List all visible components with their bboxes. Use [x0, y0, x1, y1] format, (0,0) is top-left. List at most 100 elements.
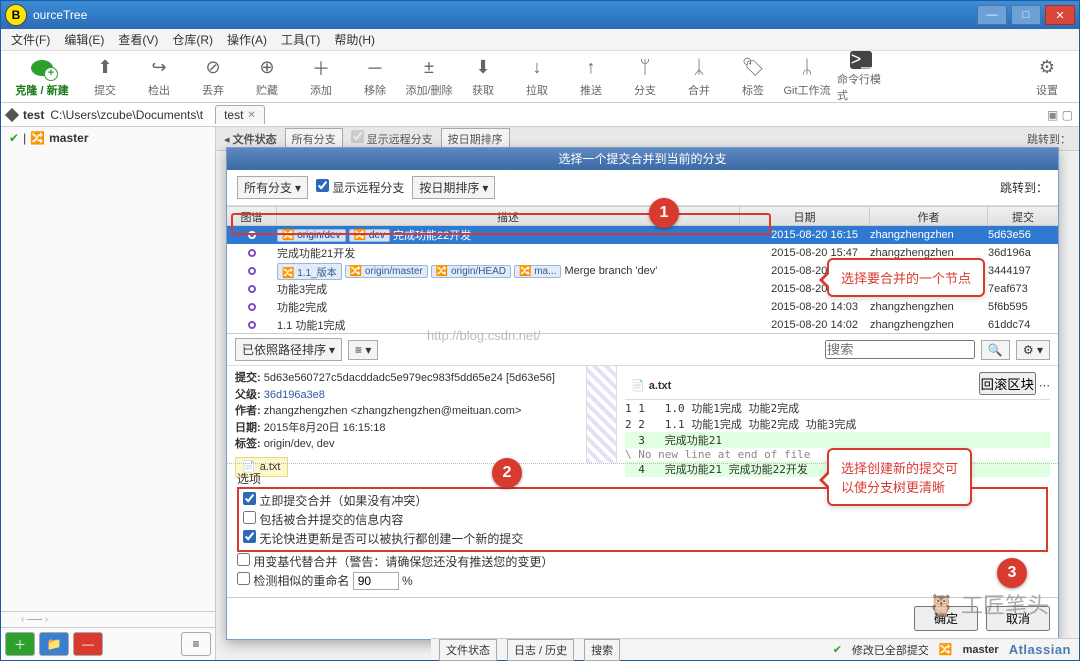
tag-button[interactable]: 🏷标签: [729, 56, 777, 98]
menu-lib[interactable]: 仓库(R): [172, 31, 213, 48]
merge-button[interactable]: ᛣ合并: [675, 56, 723, 98]
rollback-hunk-button[interactable]: 回滚区块: [979, 372, 1036, 395]
cancel-button[interactable]: 取消: [986, 606, 1050, 631]
titlebar: B ourceTree — □ ✕: [1, 1, 1079, 29]
repo-icon: [5, 107, 19, 121]
discard-icon: ⊘: [201, 56, 225, 80]
menu-help[interactable]: 帮助(H): [334, 31, 375, 48]
jump-label: 跳转到：: [1000, 179, 1048, 196]
fetch-icon: ⬇: [471, 56, 495, 80]
opt-rename-detect[interactable]: [237, 572, 250, 585]
checkout-button[interactable]: ↪检出: [135, 56, 183, 98]
merge-dialog: 选择一个提交合并到当前的分支 所有分支 ▾ 显示远程分支 按日期排序 ▾ 跳转到…: [226, 147, 1059, 640]
close-button[interactable]: ✕: [1045, 5, 1075, 25]
date-order[interactable]: 按日期排序 ▾: [412, 176, 495, 199]
status-filestate[interactable]: 文件状态: [439, 639, 497, 661]
branch-filter[interactable]: 所有分支 ▾: [237, 176, 308, 199]
merge-icon: ᛣ: [687, 56, 711, 80]
status-branch: master: [963, 644, 999, 656]
opt-rebase[interactable]: [237, 553, 250, 566]
annotation-3: 3: [997, 558, 1027, 588]
remove-icon: －: [363, 56, 387, 80]
atlassian-logo: Atlassian: [1009, 642, 1071, 657]
branch-icon: 🔀: [30, 131, 45, 145]
check-icon: ✔: [9, 131, 19, 145]
more-icon[interactable]: ⋯: [1039, 380, 1050, 392]
pull-icon: ↓: [525, 56, 549, 80]
gitflow-icon: ᛦ: [795, 56, 819, 80]
discard-button[interactable]: ⊘丢弃: [189, 56, 237, 98]
file-icon: 📄: [631, 379, 645, 392]
confirm-button[interactable]: 确定: [914, 606, 978, 631]
opt-include-msg[interactable]: [243, 511, 256, 524]
commit-button[interactable]: ⬆提交: [81, 56, 129, 98]
annotation-2: 2: [492, 458, 522, 488]
fetch-button[interactable]: ⬇获取: [459, 56, 507, 98]
opt-commit-now[interactable]: [243, 492, 256, 505]
gear-dropdown[interactable]: ⚙ ▾: [1016, 340, 1050, 360]
sidebar-branch-master[interactable]: ✔ | 🔀 master: [1, 127, 215, 149]
status-message: 修改已全部提交: [852, 642, 929, 658]
rename-pct-input[interactable]: [353, 572, 399, 590]
status-log[interactable]: 日志 / 历史: [507, 639, 574, 661]
menu-edit[interactable]: 编辑(E): [64, 31, 104, 48]
callout-1: 选择要合并的一个节点: [827, 258, 985, 297]
push-icon: ↑: [579, 56, 603, 80]
stash-icon: ⊕: [255, 56, 279, 80]
commit-row[interactable]: 1.1 功能1完成2015-08-20 14:02zhangzhengzhen6…: [227, 316, 1058, 334]
annotation-1: 1: [649, 198, 679, 228]
toolbar: 克隆 / 新建 ⬆提交 ↪检出 ⊘丢弃 ⊕贮藏 ＋添加 －移除 ±添加/删除 ⬇…: [1, 51, 1079, 103]
commit-header: 图谱 描述 日期 作者 提交: [227, 206, 1058, 226]
statusbar: 文件状态 日志 / 历史 搜索 ✔ 修改已全部提交 🔀 master Atlas…: [431, 638, 1079, 660]
maximize-button[interactable]: □: [1011, 5, 1041, 25]
clone-button[interactable]: 克隆 / 新建: [9, 56, 75, 98]
add-button[interactable]: ＋添加: [297, 56, 345, 98]
tab-test[interactable]: test✕: [215, 105, 265, 124]
push-button[interactable]: ↑推送: [567, 56, 615, 98]
gitflow-button[interactable]: ᛦGit工作流: [783, 56, 831, 98]
commit-row[interactable]: 功能2完成2015-08-20 14:03zhangzhengzhen5f6b5…: [227, 298, 1058, 316]
remove-button[interactable]: －移除: [351, 56, 399, 98]
tab-close-icon[interactable]: ✕: [247, 110, 255, 121]
open-repo-button[interactable]: 📁: [39, 632, 69, 656]
commit-detail: 提交: 5d63e560727c5dacddadc5e979ec983f5dd6…: [227, 366, 587, 463]
search-input[interactable]: [825, 340, 975, 359]
commit-row[interactable]: 🔀 origin/dev🔀 dev完成功能22开发2015-08-20 16:1…: [227, 226, 1058, 244]
menubar: 文件(F) 编辑(E) 查看(V) 仓库(R) 操作(A) 工具(T) 帮助(H…: [1, 29, 1079, 51]
search-go[interactable]: 🔍: [981, 340, 1010, 360]
stash-button[interactable]: ⊕贮藏: [243, 56, 291, 98]
watermark-url: http://blog.csdn.net/: [427, 328, 540, 343]
commit-icon: ⬆: [93, 56, 117, 80]
callout-2: 选择创建新的提交可以使分支树更清晰: [827, 448, 972, 506]
view-mode[interactable]: ≡ ▾: [348, 340, 378, 360]
dialog-title: 选择一个提交合并到当前的分支: [227, 148, 1058, 170]
repo-path: C:\Users\zcube\Documents\t: [50, 108, 203, 122]
parent-link[interactable]: 36d196a3e8: [264, 389, 325, 401]
pull-button[interactable]: ↓拉取: [513, 56, 561, 98]
menu-view[interactable]: 查看(V): [118, 31, 158, 48]
window-title: ourceTree: [33, 8, 977, 22]
check-icon: ✔: [833, 643, 842, 656]
delete-repo-button[interactable]: —: [73, 632, 103, 656]
menu-file[interactable]: 文件(F): [11, 31, 50, 48]
opt-force-new-commit[interactable]: [243, 530, 256, 543]
minimize-button[interactable]: —: [977, 5, 1007, 25]
sidebar: ✔ | 🔀 master ‹ ⎯⎯⎯ › ＋ 📁 — ≡: [1, 127, 216, 660]
add-repo-button[interactable]: ＋: [5, 632, 35, 656]
pathbar: test C:\Users\zcube\Documents\t test✕ ▣ …: [1, 103, 1079, 127]
badge-b: B: [5, 4, 27, 26]
branch-icon: 🔀: [939, 643, 953, 656]
cmd-button[interactable]: >_命令行模式: [837, 51, 885, 103]
menu-ops[interactable]: 操作(A): [227, 31, 267, 48]
show-remote-check[interactable]: 显示远程分支: [316, 179, 404, 196]
cmd-icon: >_: [850, 51, 872, 69]
repo-name: test: [23, 108, 44, 122]
status-search[interactable]: 搜索: [584, 639, 620, 661]
menu-tools[interactable]: 工具(T): [281, 31, 320, 48]
window-controls-icon[interactable]: ▣ ▢: [1047, 108, 1073, 122]
addrm-button[interactable]: ±添加/删除: [405, 56, 453, 98]
settings-button[interactable]: ⚙设置: [1023, 56, 1071, 98]
config-button[interactable]: ≡: [181, 632, 211, 656]
branch-button[interactable]: ᛘ分支: [621, 56, 669, 98]
sort-dropdown[interactable]: 已依照路径排序 ▾: [235, 338, 342, 361]
